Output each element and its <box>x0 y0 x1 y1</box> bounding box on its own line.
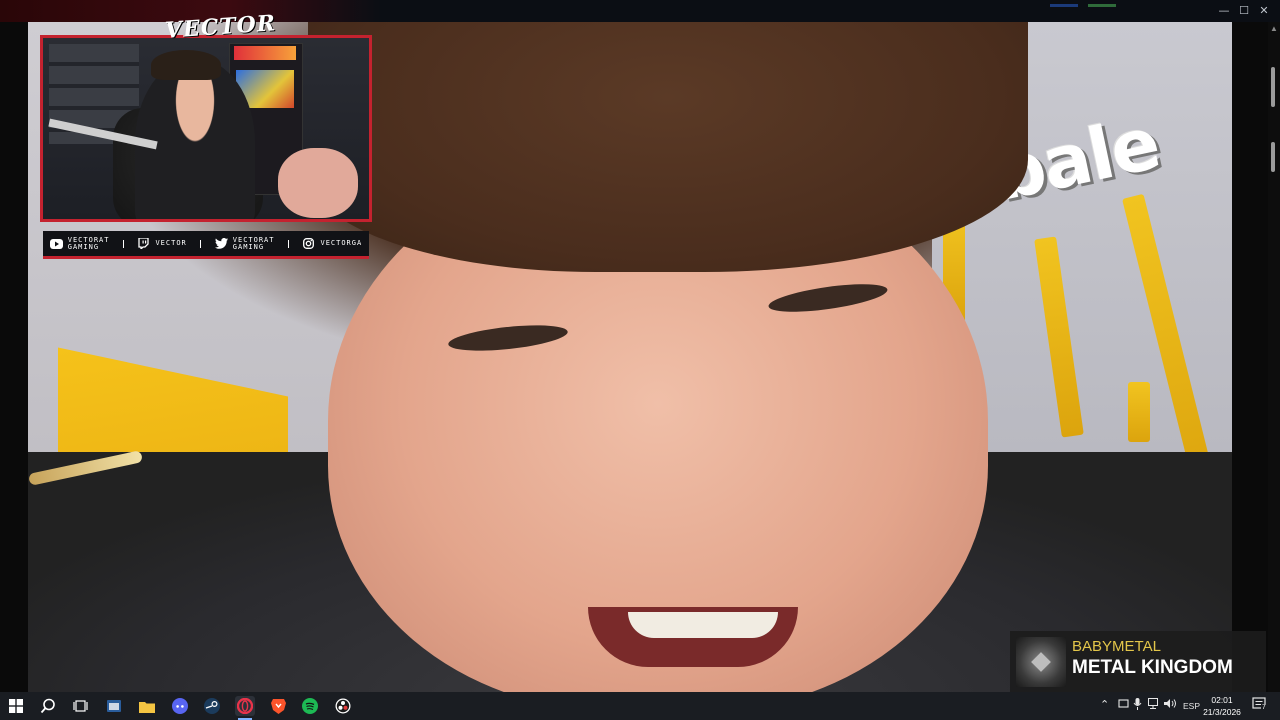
window-app-icon <box>107 700 121 712</box>
youtube-icon <box>49 238 63 249</box>
tray-overflow-chevron-icon[interactable]: ⌃ <box>1100 698 1109 711</box>
twitter-icon <box>214 238 228 249</box>
social-youtube: VECTORAT GAMING <box>49 235 110 251</box>
language-indicator[interactable]: ESP <box>1183 701 1200 711</box>
social-twitch: VECTOR <box>137 238 187 249</box>
taskbar-app-file-explorer[interactable] <box>137 696 157 716</box>
network-icon <box>1148 698 1158 709</box>
device-icon <box>1118 699 1129 708</box>
clock-time: 02:01 <box>1211 695 1233 705</box>
taskbar-clock[interactable]: 02:01 21/3/2026 <box>1200 694 1244 718</box>
taskbar-app-obs[interactable] <box>333 696 353 716</box>
steam-icon <box>204 698 220 714</box>
social-twitter-label: VECTORAT GAMING <box>232 235 275 251</box>
tab-indicator[interactable] <box>1050 4 1078 7</box>
notification-center-button[interactable]: 7 <box>1252 696 1268 715</box>
social-instagram-label: VECTORGA <box>320 239 363 247</box>
teeth <box>628 612 778 638</box>
windows-logo-icon <box>9 699 23 713</box>
scrollbar-thumb[interactable] <box>1271 67 1275 107</box>
speaker-icon <box>1164 699 1176 708</box>
taskbar-app-brave[interactable] <box>268 696 288 716</box>
start-button[interactable] <box>6 696 26 716</box>
social-twitter: VECTORAT GAMING <box>214 235 275 251</box>
minimize-button[interactable]: — <box>1216 3 1232 19</box>
maximize-button[interactable]: ☐ <box>1236 3 1252 19</box>
task-view-button[interactable] <box>70 696 90 716</box>
twitch-icon <box>137 238 150 249</box>
now-playing-widget: BABYMETAL METAL KINGDOM <box>1010 631 1266 693</box>
social-links-bar: VECTORAT GAMING VECTOR VECTORAT GAMING VEC… <box>43 231 369 259</box>
scroll-up-arrow[interactable]: ▲ <box>1269 24 1279 33</box>
spotify-icon <box>302 698 318 714</box>
streamer-hair <box>151 50 221 80</box>
discord-icon <box>172 698 188 714</box>
microphone-icon <box>1133 698 1142 710</box>
taskbar-app-opera[interactable] <box>235 696 255 720</box>
vertical-scrollbar[interactable]: ▲ <box>1268 22 1280 692</box>
arcade-marquee <box>234 46 296 60</box>
opera-icon <box>237 698 253 714</box>
divider <box>200 239 202 248</box>
webcam-overlay <box>40 35 372 222</box>
hair <box>308 22 1028 272</box>
now-playing-song: METAL KINGDOM <box>1072 657 1233 678</box>
brave-icon <box>270 699 286 714</box>
task-view-icon <box>72 700 88 712</box>
social-twitch-label: VECTOR <box>155 239 187 247</box>
tray-app-icon[interactable] <box>1118 698 1129 712</box>
taskbar-app-discord[interactable] <box>170 696 190 716</box>
clock-date: 21/3/2026 <box>1203 707 1241 717</box>
taskbar-app-steam[interactable] <box>202 696 222 716</box>
tab-indicator[interactable] <box>1088 4 1116 7</box>
microphone-tray-button[interactable] <box>1133 698 1142 713</box>
notification-count-badge: 7 <box>1261 704 1267 711</box>
social-instagram: VECTORGA <box>302 238 363 249</box>
instagram-icon <box>302 238 315 249</box>
album-cover <box>1016 637 1066 687</box>
folder-icon <box>139 701 155 713</box>
windows-taskbar: ⌃ ESP 02:01 21/3/2026 7 <box>0 692 1280 720</box>
background-bar <box>1128 382 1150 442</box>
now-playing-artist: BABYMETAL <box>1072 638 1161 655</box>
divider <box>122 239 124 248</box>
streamer-knee <box>278 148 358 218</box>
social-youtube-label: VECTORAT GAMING <box>67 235 110 251</box>
taskbar-app-spotify[interactable] <box>300 696 320 716</box>
divider <box>287 239 289 248</box>
volume-tray-button[interactable] <box>1164 698 1177 712</box>
search-button[interactable] <box>38 696 58 716</box>
close-button[interactable]: ✕ <box>1256 3 1272 19</box>
scrollbar-thumb[interactable] <box>1271 142 1275 172</box>
search-icon <box>40 698 55 714</box>
network-tray-button[interactable] <box>1148 698 1161 712</box>
taskbar-app-explorer-window[interactable] <box>104 696 124 716</box>
obs-icon <box>335 698 351 714</box>
